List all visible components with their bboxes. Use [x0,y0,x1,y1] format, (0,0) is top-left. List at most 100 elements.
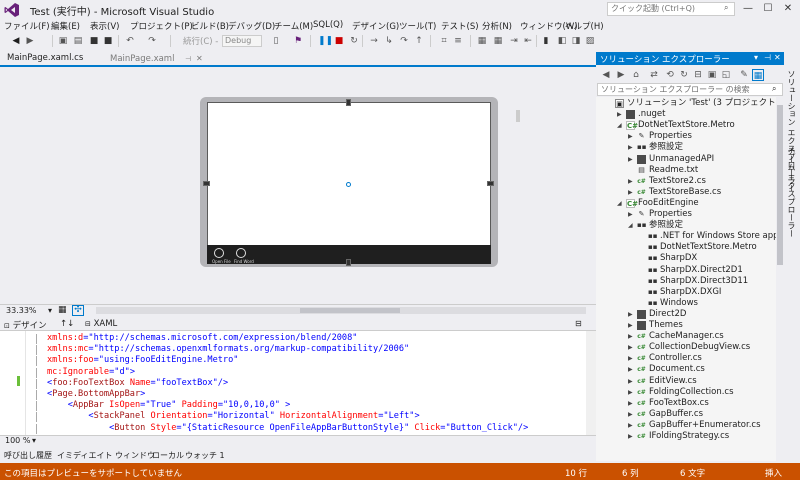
tree-item[interactable]: FooEditEngine [638,198,699,209]
close-button[interactable]: ✕ [778,1,798,17]
code-line[interactable]: <StackPanel Orientation="Horizontal" Hor… [47,411,419,422]
expander-icon[interactable]: ▶ [628,420,633,431]
expand-pane-icon[interactable]: ⊟ [575,319,582,328]
expander-icon[interactable]: ◢ [617,198,622,209]
new-project-icon[interactable]: ▣ [57,35,69,47]
tree-item[interactable]: Properties [649,209,692,220]
menu-team[interactable]: チーム(M) [274,20,313,32]
expander-icon[interactable]: ▶ [628,154,633,165]
outdent-icon[interactable]: ⇤ [522,35,534,47]
solution-search-input[interactable]: ソリューション エクスプローラー の検索 (Ctrl+;) [597,83,783,105]
tree-item[interactable]: Direct2D [649,309,686,320]
tree-item[interactable]: Properties [649,131,692,142]
view-code-icon[interactable]: ◱ [720,69,732,81]
open-file-icon[interactable]: ▤ [72,35,84,47]
resize-handle-bottom[interactable] [346,259,351,266]
code-line[interactable]: <foo:FooTextBox Name="fooTextBox"/> [47,378,228,389]
home-icon[interactable]: ⌂ [630,69,642,81]
code-line[interactable]: xmlns:mc="http://schemas.openxmlformats.… [47,344,409,355]
code-line[interactable]: <Button Style="{StaticResource OpenFileA… [47,423,528,434]
expander-icon[interactable]: ▶ [628,309,633,320]
dropdown-icon[interactable]: ▾ [754,53,758,62]
tab-immediate[interactable]: イミディエイト ウィンドウ [57,450,155,461]
zoom-level[interactable]: 33.33% [6,306,37,315]
undo-icon[interactable]: ↶ [124,35,136,47]
threads-icon[interactable]: ≡ [452,35,464,47]
menu-test[interactable]: テスト(S) [441,20,479,32]
refresh-icon[interactable]: ↻ [678,69,690,81]
tree-item[interactable]: FoldingCollection.cs [649,387,734,398]
code-line[interactable]: mc:Ignorable="d"> [47,367,135,378]
preview-icon[interactable]: ▦ [752,69,764,81]
redo-icon[interactable]: ↷ [146,35,158,47]
tree-item[interactable]: SharpDX.Direct3D11 [660,276,748,287]
next-bookmark-icon[interactable]: ◨ [570,35,582,47]
bookmark-icon[interactable]: ▮ [540,35,552,47]
uncomment-icon[interactable]: ▦ [492,35,504,47]
expander-icon[interactable]: ▶ [628,364,633,375]
swap-panes-button[interactable]: ↑↓ [60,319,74,329]
find-icon[interactable]: ▯ [270,35,282,47]
tree-item[interactable]: .NET for Windows Store apps [660,231,783,242]
code-line[interactable]: <AppBar IsOpen="True" Padding="10,0,10,0… [47,400,291,411]
show-next-statement-icon[interactable]: → [368,35,380,47]
menu-edit[interactable]: 編集(E) [51,20,80,32]
tree-item[interactable]: SharpDX [660,253,697,264]
tab-mainpage-xaml-cs[interactable]: MainPage.xaml.cs [3,52,103,65]
continue-button[interactable]: 続行(C) - [183,35,218,47]
step-out-icon[interactable]: ↑ [413,35,425,47]
zoom-dropdown-icon[interactable]: ▾ [32,436,36,445]
tab-mainpage-xaml[interactable]: MainPage.xaml ⊣ ✕ [105,52,203,65]
menu-file[interactable]: ファイル(F) [4,20,50,32]
expander-icon[interactable]: ▶ [628,342,633,353]
scroll-thumb[interactable] [777,105,783,265]
tree-item[interactable]: DotNetTextStore.Metro [638,120,735,131]
tree-item[interactable]: IFoldingStrategy.cs [649,431,729,442]
pause-icon[interactable]: ❚❚ [318,35,333,47]
side-tab-team-explorer[interactable]: チーム エクスプローラー [786,147,797,238]
search-icon[interactable]: ⌕ [724,3,728,13]
save-all-icon[interactable]: ■ [102,35,114,47]
pin-icon[interactable]: ⊣ [185,55,191,63]
tree-item[interactable]: FooTextBox.cs [649,398,709,409]
snap-icon[interactable]: ✣ [72,305,84,316]
tree-item[interactable]: Readme.txt [649,165,698,176]
menu-sql[interactable]: SQL(Q) [313,20,343,30]
close-icon[interactable]: ✕ [774,53,781,62]
tree-item[interactable]: EditView.cs [649,376,697,387]
show-all-files-icon[interactable]: ▣ [706,69,718,81]
prev-bookmark-icon[interactable]: ◧ [556,35,568,47]
sync-icon[interactable]: ⇄ [648,69,660,81]
menu-analyze[interactable]: 分析(N) [482,20,512,32]
resize-handle-top[interactable] [346,99,351,106]
configuration-select[interactable]: Debug [222,35,262,47]
menu-view[interactable]: 表示(V) [90,20,119,32]
save-icon[interactable]: ■ [88,35,100,47]
tree-item[interactable]: CacheManager.cs [649,331,724,342]
design-tab[interactable]: ⊡ デザイン [4,319,47,331]
tree-item[interactable]: UnmanagedAPI [649,154,714,165]
step-into-icon[interactable]: ↳ [383,35,395,47]
clear-bookmarks-icon[interactable]: ▨ [584,35,596,47]
expander-icon[interactable]: ▶ [628,409,633,420]
attach-icon[interactable]: ⚑ [292,35,304,47]
grid-icon[interactable]: ▦ [58,305,67,315]
tree-item[interactable]: 参照設定 [649,220,683,231]
code-line[interactable]: <Page.BottomAppBar> [47,389,145,400]
tree-item[interactable]: Controller.cs [649,353,702,364]
pending-changes-icon[interactable]: ⟲ [664,69,676,81]
expander-icon[interactable]: ▶ [628,187,633,198]
tab-watch[interactable]: ウォッチ 1 [185,450,225,461]
tree-item[interactable]: CollectionDebugView.cs [649,342,750,353]
search-icon[interactable]: ⌕ [772,84,776,94]
tree-item[interactable]: 参照設定 [649,142,683,153]
menu-build[interactable]: ビルド(B) [191,20,229,32]
expander-icon[interactable]: ▶ [628,431,633,442]
editor-zoom-level[interactable]: 100 % [5,436,30,445]
step-over-icon[interactable]: ↷ [398,35,410,47]
tree-item[interactable]: GapBuffer.cs [649,409,703,420]
back-icon[interactable]: ◀ [600,69,612,81]
expander-icon[interactable]: ▶ [628,376,633,387]
indent-icon[interactable]: ⇥ [508,35,520,47]
tree-item[interactable]: Windows [660,298,698,309]
